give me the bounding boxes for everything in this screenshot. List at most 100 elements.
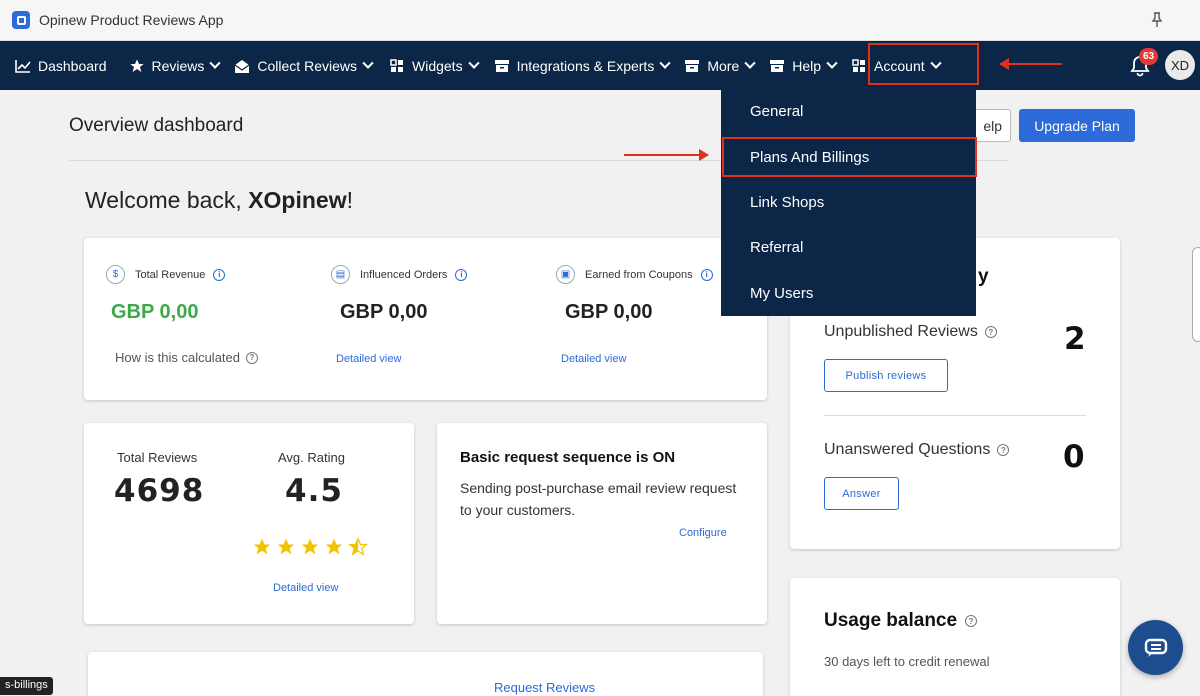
total-revenue-stat: $ Total Revenue i GBP 0,00 How is this cal… bbox=[106, 265, 258, 365]
nav-collect-reviews[interactable]: Collect Reviews bbox=[234, 41, 374, 90]
total-reviews-label: Total Reviews bbox=[117, 450, 198, 465]
chart-icon bbox=[15, 58, 31, 74]
question-icon: ? bbox=[984, 326, 997, 338]
nav-widgets-label: Widgets bbox=[412, 57, 463, 74]
nav-help-label: Help bbox=[792, 57, 822, 74]
grid-icon bbox=[851, 58, 867, 74]
sequence-title: Basic request sequence is ON bbox=[460, 449, 676, 466]
request-reviews-card: Request Reviews bbox=[88, 652, 763, 696]
menu-item-general[interactable]: General bbox=[750, 103, 803, 120]
pending-divider bbox=[824, 415, 1086, 416]
nav-reviews-label: Reviews bbox=[151, 57, 205, 74]
usage-title-row: Usage balance? bbox=[824, 610, 978, 632]
nav-help[interactable]: Help bbox=[769, 41, 838, 90]
total-revenue-label: Total Revenue bbox=[135, 268, 206, 281]
box-icon bbox=[769, 58, 785, 74]
window-title: Opinew Product Reviews App bbox=[39, 12, 224, 28]
question-icon: ? bbox=[246, 351, 258, 364]
receipt-icon: ▤ bbox=[331, 265, 350, 284]
nav-dashboard[interactable]: Dashboard bbox=[15, 41, 107, 90]
window-titlebar: Opinew Product Reviews App bbox=[0, 0, 1200, 41]
configure-link[interactable]: Configure bbox=[679, 527, 727, 539]
chevron-down-icon bbox=[659, 57, 671, 69]
usage-subtitle: 30 days left to credit renewal bbox=[824, 654, 990, 669]
welcome-suffix: ! bbox=[346, 187, 353, 213]
star-full-icon bbox=[253, 538, 271, 555]
request-sequence-card: Basic request sequence is ON Sending pos… bbox=[437, 423, 767, 624]
star-full-icon bbox=[277, 538, 295, 555]
unpublished-reviews-row: Unpublished Reviews? bbox=[824, 323, 997, 341]
answer-button[interactable]: Answer bbox=[824, 477, 899, 510]
nav-more[interactable]: More bbox=[684, 41, 756, 90]
usage-title: Usage balance bbox=[824, 610, 958, 631]
reviews-detailed-view-link[interactable]: Detailed view bbox=[273, 582, 338, 594]
info-icon[interactable]: i bbox=[455, 268, 468, 281]
box-icon bbox=[494, 58, 510, 74]
coupons-detailed-view-link[interactable]: Detailed view bbox=[561, 353, 713, 365]
upgrade-plan-button[interactable]: Upgrade Plan bbox=[1019, 109, 1135, 142]
how-calculated-label: How is this calculated bbox=[115, 350, 240, 365]
chevron-down-icon bbox=[467, 57, 480, 69]
info-icon[interactable]: i bbox=[213, 268, 226, 281]
plans-highlight-box bbox=[722, 137, 977, 177]
question-icon: ? bbox=[997, 444, 1010, 456]
welcome-prefix: Welcome back, bbox=[85, 187, 249, 213]
pending-title: y bbox=[978, 266, 989, 287]
chat-button[interactable] bbox=[1128, 620, 1183, 675]
side-tab[interactable] bbox=[1192, 247, 1200, 342]
star-full-icon bbox=[325, 538, 343, 555]
coupon-icon: ▣ bbox=[556, 265, 575, 284]
request-reviews-link[interactable]: Request Reviews bbox=[494, 680, 595, 695]
account-dropdown-menu: General Plans And Billings Link Shops Re… bbox=[721, 89, 976, 316]
chevron-down-icon bbox=[362, 57, 374, 69]
grid-icon bbox=[389, 58, 405, 74]
menu-item-referral[interactable]: Referral bbox=[750, 239, 803, 256]
unpublished-label: Unpublished Reviews bbox=[824, 323, 978, 340]
pin-icon[interactable] bbox=[1150, 12, 1164, 28]
coupons-value: GBP 0,00 bbox=[565, 301, 653, 323]
chevron-down-icon bbox=[744, 57, 756, 69]
rating-stars bbox=[252, 537, 368, 557]
menu-item-link-shops[interactable]: Link Shops bbox=[750, 194, 824, 211]
nav-dashboard-label: Dashboard bbox=[38, 57, 107, 74]
chat-icon bbox=[1144, 638, 1167, 657]
unanswered-questions-row: Unanswered Questions? bbox=[824, 441, 1010, 459]
chevron-down-icon bbox=[209, 57, 222, 69]
annotation-arrow-right bbox=[624, 149, 709, 161]
total-revenue-value: GBP 0,00 bbox=[111, 301, 199, 323]
avg-rating-value: 4.5 bbox=[285, 473, 343, 509]
nav-widgets[interactable]: Widgets bbox=[389, 41, 480, 90]
menu-item-my-users[interactable]: My Users bbox=[750, 285, 813, 302]
info-icon[interactable]: i bbox=[700, 268, 713, 281]
revenue-card: $ Total Revenue i GBP 0,00 How is this cal… bbox=[84, 238, 767, 400]
chevron-down-icon bbox=[826, 57, 838, 69]
nav-more-label: More bbox=[707, 57, 740, 74]
app-logo-icon bbox=[12, 11, 30, 29]
unanswered-value: 0 bbox=[1063, 439, 1085, 475]
main-navbar: Dashboard Reviews Collect Reviews Widget… bbox=[0, 41, 1200, 90]
box-icon bbox=[684, 58, 700, 74]
coupons-stat: ▣ Earned from Coupons i GBP 0,00 Detailed … bbox=[556, 265, 713, 365]
total-reviews-value: 4698 bbox=[114, 473, 205, 509]
star-full-icon bbox=[301, 538, 319, 555]
star-icon bbox=[129, 58, 145, 74]
unanswered-label: Unanswered Questions bbox=[824, 441, 991, 458]
usage-balance-card: Usage balance? 30 days left to credit re… bbox=[790, 578, 1120, 696]
star-half-icon bbox=[348, 537, 368, 556]
avatar[interactable]: XD bbox=[1165, 50, 1195, 80]
help-button-label: elp bbox=[983, 117, 1002, 134]
nav-integrations[interactable]: Integrations & Experts bbox=[494, 41, 671, 90]
influenced-orders-label: Influenced Orders bbox=[360, 268, 448, 281]
influenced-orders-stat: ▤ Influenced Orders i GBP 0,00 Detailed vi… bbox=[331, 265, 468, 365]
sequence-description: Sending post-purchase email review reque… bbox=[460, 480, 737, 518]
annotation-arrow-left bbox=[999, 58, 1062, 70]
coupons-label: Earned from Coupons bbox=[585, 268, 693, 281]
nav-collect-reviews-label: Collect Reviews bbox=[257, 57, 357, 74]
account-highlight-box bbox=[868, 43, 979, 85]
influenced-detailed-view-link[interactable]: Detailed view bbox=[336, 353, 467, 365]
welcome-message: Welcome back, XOpinew! bbox=[85, 187, 353, 214]
nav-reviews[interactable]: Reviews bbox=[129, 41, 222, 90]
unpublished-value: 2 bbox=[1064, 321, 1086, 357]
how-calculated-link[interactable]: How is this calculated? bbox=[115, 350, 258, 365]
publish-reviews-button[interactable]: Publish reviews bbox=[824, 359, 948, 392]
